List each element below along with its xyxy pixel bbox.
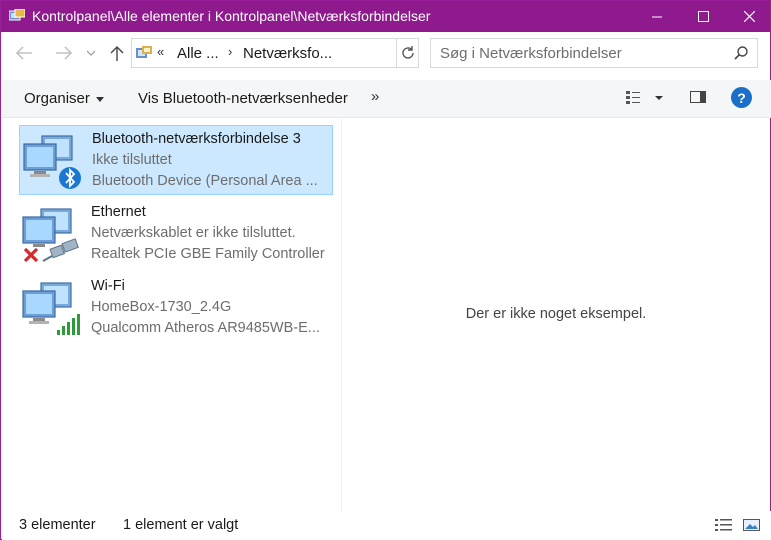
search-input[interactable]: Søg i Netværksforbindelser [430, 38, 758, 68]
status-bar: 3 elementer 1 element er valgt [2, 511, 771, 540]
preview-pane: Der er ikke noget eksempel. [342, 119, 770, 511]
up-button[interactable] [106, 41, 128, 65]
close-button[interactable] [726, 1, 771, 32]
control-panel-icon [9, 9, 25, 21]
connection-status: Netværkskablet er ikke tilsluttet. [91, 225, 296, 241]
breadcrumb-netvaerksforbindelser[interactable]: Netværksfo... [243, 45, 332, 62]
connection-name: Bluetooth-netværksforbindelse 3 [92, 131, 301, 147]
connection-status: Ikke tilsluttet [92, 152, 172, 168]
help-button[interactable]: ? [731, 87, 752, 108]
ethernet-network-icon [22, 208, 79, 263]
arrow-right-icon [56, 46, 72, 60]
minimize-icon [652, 16, 662, 17]
arrow-up-icon [110, 46, 124, 61]
refresh-button[interactable] [396, 38, 419, 68]
control-panel-icon [136, 46, 152, 58]
organize-label: Organiser [24, 90, 90, 107]
preview-pane-icon [690, 91, 706, 103]
forward-button[interactable] [53, 41, 75, 65]
recent-locations-button[interactable] [84, 41, 98, 65]
item-count: 3 elementer [19, 517, 96, 533]
large-icons-view-icon [743, 519, 760, 531]
maximize-button[interactable] [680, 1, 726, 32]
selection-count: 1 element er valgt [123, 517, 239, 533]
connection-status: HomeBox-1730_2.4G [91, 299, 232, 315]
address-bar[interactable]: « Alle ... › Netværksfo... [131, 38, 419, 68]
show-bluetooth-devices-button[interactable]: Vis Bluetooth-netværksenheder [138, 90, 348, 107]
search-icon [734, 46, 748, 60]
help-icon: ? [737, 89, 746, 106]
address-overflow[interactable]: « [157, 44, 164, 59]
list-item[interactable]: Bluetooth-netværksforbindelse 3 Ikke til… [19, 125, 333, 195]
details-view-button[interactable] [714, 517, 734, 536]
back-button[interactable] [13, 41, 35, 65]
maximize-icon [697, 11, 709, 22]
breadcrumb-separator-icon[interactable]: › [228, 44, 232, 59]
title-bar: Kontrolpanel\Alle elementer i Kontrolpan… [1, 1, 770, 32]
caret-down-icon [95, 96, 104, 102]
connection-device: Realtek PCIe GBE Family Controller [91, 246, 325, 262]
arrow-left-icon [16, 46, 32, 60]
large-icons-view-button[interactable] [742, 517, 762, 536]
wifi-network-icon [22, 282, 80, 335]
search-placeholder: Søg i Netværksforbindelser [440, 45, 622, 62]
window-title: Kontrolpanel\Alle elementer i Kontrolpan… [32, 8, 431, 24]
bluetooth-network-icon [23, 135, 81, 189]
breadcrumb-alle[interactable]: Alle ... [177, 45, 219, 62]
more-commands-button[interactable]: » [371, 88, 379, 105]
organize-button[interactable]: Organiser [24, 90, 104, 107]
explorer-window: Kontrolpanel\Alle elementer i Kontrolpan… [0, 0, 771, 540]
connection-name: Wi-Fi [91, 278, 125, 294]
close-icon [743, 11, 755, 22]
list-item[interactable]: Ethernet Netværkskablet er ikke tilslutt… [19, 199, 333, 269]
preview-pane-button[interactable] [690, 89, 707, 108]
refresh-icon [402, 46, 414, 59]
change-view-button[interactable] [625, 89, 669, 110]
details-view-icon [626, 91, 663, 104]
connection-device: Bluetooth Device (Personal Area ... [92, 173, 318, 189]
list-item[interactable]: Wi-Fi HomeBox-1730_2.4G Qualcomm Atheros… [19, 273, 333, 343]
connections-list: Bluetooth-netværksforbindelse 3 Ikke til… [2, 119, 341, 511]
connection-device: Qualcomm Atheros AR9485WB-E... [91, 320, 320, 336]
connection-name: Ethernet [91, 204, 146, 220]
minimize-button[interactable] [634, 1, 680, 32]
details-view-icon [715, 519, 732, 531]
preview-message: Der er ikke noget eksempel. [465, 306, 647, 322]
command-bar: Organiser Vis Bluetooth-netværksenheder … [2, 80, 771, 118]
chevron-down-icon [87, 50, 95, 56]
